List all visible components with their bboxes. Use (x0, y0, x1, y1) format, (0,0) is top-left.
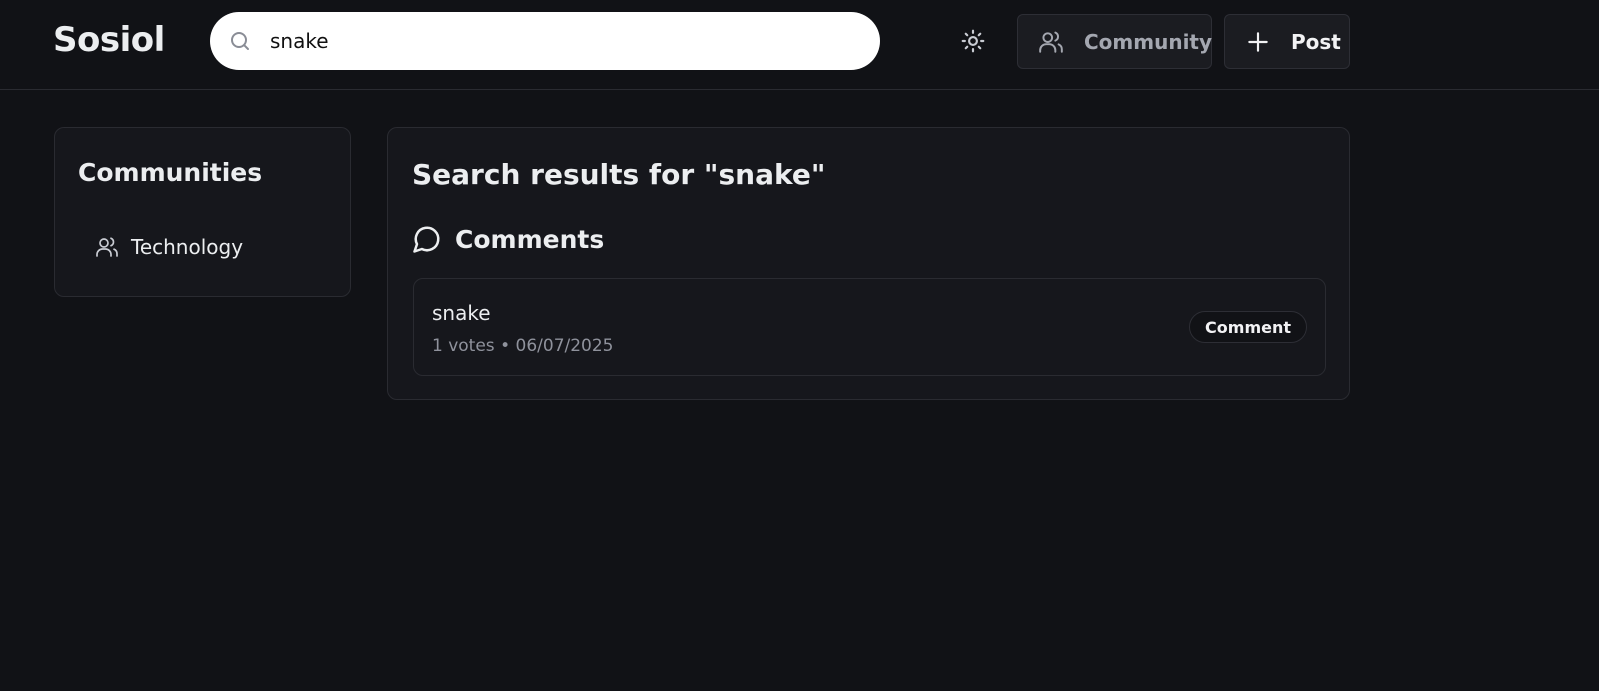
users-icon (96, 237, 118, 257)
search-icon (231, 32, 249, 50)
comment-date: 06/07/2025 (515, 336, 614, 356)
community-button[interactable]: Community (1017, 14, 1212, 69)
plus-icon (1248, 32, 1268, 52)
search-results-panel: Search results for "snake" Comments snak… (387, 127, 1350, 400)
search-bar[interactable] (210, 12, 880, 70)
type-badge: Comment (1189, 311, 1307, 343)
vote-count: 1 votes (432, 336, 495, 356)
meta-separator: • (500, 336, 511, 356)
page-title: Search results for "snake" (412, 158, 826, 191)
community-button-label: Community (1084, 30, 1213, 54)
sidebar-item-technology[interactable]: Technology (95, 232, 295, 262)
comments-section-heading: Comments (412, 224, 604, 254)
sun-icon (961, 29, 985, 53)
message-circle-icon (413, 226, 440, 253)
sidebar-item-label: Technology (131, 235, 244, 259)
communities-title: Communities (78, 158, 263, 187)
brand-logo[interactable]: Sosiol (53, 20, 165, 60)
users-icon (1039, 31, 1063, 53)
comment-meta: 1 votes • 06/07/2025 (432, 336, 614, 356)
post-button[interactable]: Post (1224, 14, 1350, 69)
theme-toggle-button[interactable] (958, 26, 988, 56)
top-bar: Sosiol Community (0, 0, 1599, 90)
comment-text: snake (432, 301, 491, 325)
search-input[interactable] (270, 22, 850, 60)
section-label: Comments (455, 224, 605, 254)
post-button-label: Post (1291, 30, 1341, 54)
list-item[interactable]: snake 1 votes • 06/07/2025 Comment (413, 278, 1326, 376)
communities-panel: Communities Technology (54, 127, 351, 297)
